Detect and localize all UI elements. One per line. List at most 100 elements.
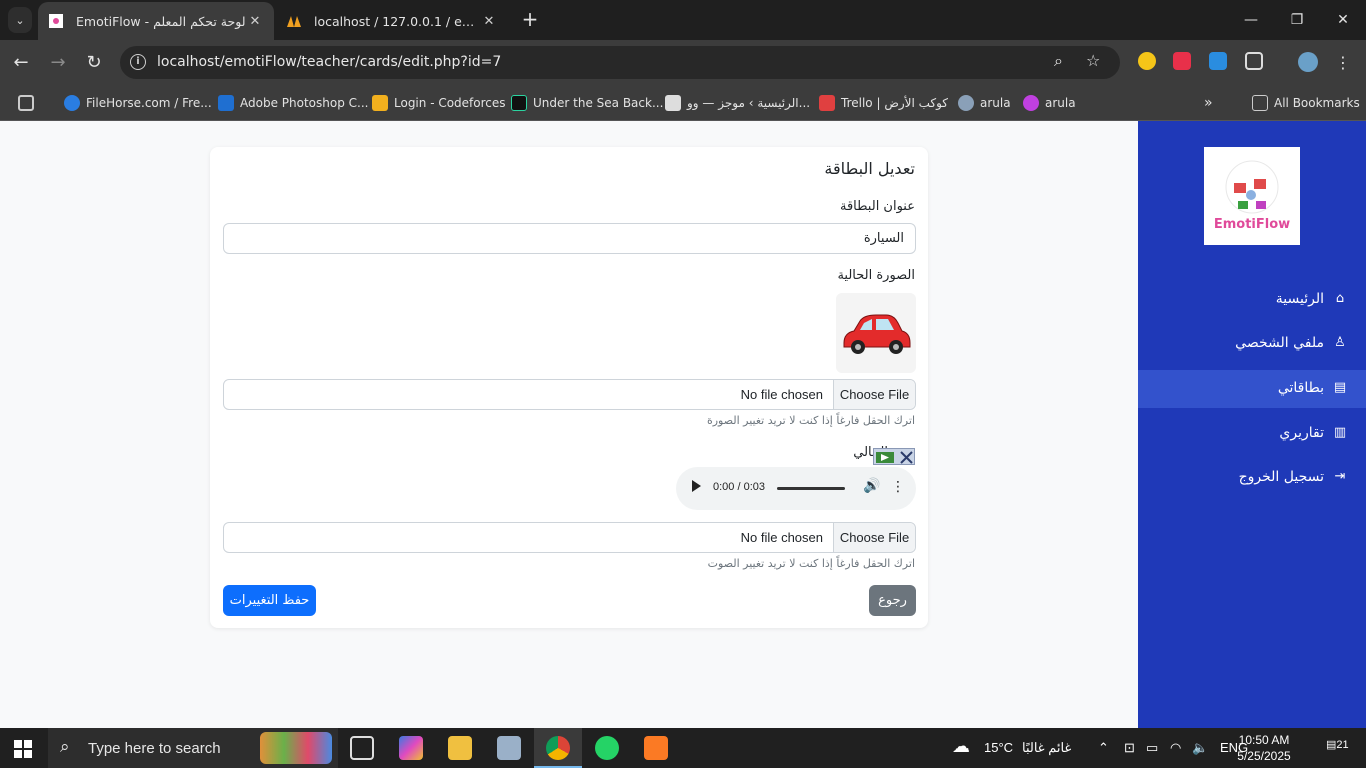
logo-graphic-icon bbox=[1225, 160, 1279, 214]
more-bookmarks-icon[interactable]: » bbox=[1204, 93, 1213, 113]
tab-search-button[interactable]: ⌄ bbox=[8, 7, 32, 33]
battery-icon[interactable]: ▭ bbox=[1146, 740, 1158, 756]
system-clock[interactable]: 10:50 AM 5/25/2025 bbox=[1222, 732, 1306, 764]
volume-tray-icon[interactable]: 🔈 bbox=[1192, 740, 1208, 756]
windows-start-icon[interactable] bbox=[14, 740, 32, 758]
extension-1-icon[interactable] bbox=[1138, 52, 1156, 70]
bookmark-item[interactable]: Trello | كوكب الأرض bbox=[819, 93, 948, 113]
bookmark-item[interactable]: FileHorse.com / Fre... bbox=[64, 93, 212, 113]
all-bookmarks-folder[interactable]: All Bookmarks bbox=[1252, 93, 1360, 113]
sidebar-item-logout[interactable]: ⇥ تسجيل الخروج bbox=[1138, 459, 1366, 497]
bookmark-item[interactable]: Under the Sea Back... bbox=[511, 93, 663, 113]
url-text[interactable]: localhost/emotiFlow/teacher/cards/edit.p… bbox=[157, 54, 501, 70]
sidebar-item-profile[interactable]: ♙ ملفي الشخصي bbox=[1138, 325, 1366, 363]
home-icon: ⌂ bbox=[1335, 291, 1345, 306]
wifi-icon[interactable]: ◠ bbox=[1170, 740, 1181, 756]
bookmark-item[interactable]: Login - Codeforces bbox=[372, 93, 506, 113]
form-title: تعديل البطاقة bbox=[824, 159, 915, 178]
image-file-status: No file chosen bbox=[740, 387, 823, 402]
extensions-puzzle-icon[interactable] bbox=[1245, 52, 1263, 70]
bookmark-item[interactable]: arula bbox=[1023, 93, 1076, 113]
menu-kebab-icon[interactable]: ⋮ bbox=[1330, 50, 1356, 76]
site-info-icon[interactable]: i bbox=[130, 54, 146, 70]
bookmark-item[interactable]: Adobe Photoshop C... bbox=[218, 93, 368, 113]
download-manager-icon bbox=[876, 451, 913, 464]
audio-time: 0:00 / 0:03 bbox=[713, 481, 765, 493]
profile-avatar[interactable] bbox=[1298, 52, 1318, 72]
emotiflow-favicon-icon bbox=[48, 13, 64, 29]
car-image-icon bbox=[843, 314, 911, 354]
sidebar-item-cards[interactable]: ▤ بطاقاتي bbox=[1138, 370, 1366, 408]
logo-text: EmotiFlow bbox=[1213, 217, 1291, 232]
current-image-label: الصورة الحالية bbox=[837, 268, 915, 283]
report-icon: ▥ bbox=[1333, 425, 1347, 440]
notifications-badge[interactable]: ▤21 bbox=[1326, 738, 1349, 751]
edit-card-form: تعديل البطاقة عنوان البطاقة السيارة الصو… bbox=[210, 147, 928, 628]
phpmyadmin-favicon-icon bbox=[286, 13, 302, 29]
sidebar-item-label: تقاريري bbox=[1279, 425, 1324, 441]
weather-cloud-icon[interactable]: ☁ bbox=[952, 736, 970, 757]
bookmark-item[interactable]: arula bbox=[958, 93, 1011, 113]
tab-bar: ⌄ EmotiFlow - لوحة تحكم المعلم ✕ localho… bbox=[0, 0, 1366, 40]
minimize-icon[interactable]: — bbox=[1236, 8, 1266, 32]
back-button[interactable]: رجوع bbox=[869, 585, 916, 616]
image-file-input[interactable]: Choose File No file chosen bbox=[223, 379, 916, 410]
extension-3-icon[interactable] bbox=[1209, 52, 1227, 70]
forward-icon[interactable]: → bbox=[45, 50, 71, 76]
image-help-text: اترك الحقل فارغاً إذا كنت لا تريد تغيير … bbox=[706, 414, 915, 427]
audio-help-text: اترك الحقل فارغاً إذا كنت لا تريد تغيير … bbox=[707, 557, 915, 570]
audio-file-input[interactable]: Choose File No file chosen bbox=[223, 522, 916, 553]
copilot-icon[interactable] bbox=[399, 736, 423, 760]
sidebar: EmotiFlow ⌂ الرئيسية ♙ ملفي الشخصي ▤ بطا… bbox=[1138, 121, 1366, 728]
task-view-icon[interactable] bbox=[350, 736, 374, 760]
chrome-icon[interactable] bbox=[546, 736, 570, 760]
zoom-icon[interactable]: ⌕ bbox=[1054, 51, 1063, 71]
sidebar-item-label: تسجيل الخروج bbox=[1238, 469, 1324, 485]
save-changes-button[interactable]: حفظ التغييرات bbox=[223, 585, 316, 616]
bookmark-item[interactable]: الرئيسية › موجز — وو... bbox=[665, 93, 810, 113]
weather-temp[interactable]: 15°C bbox=[984, 740, 1013, 755]
network-device-icon[interactable]: ⊡ bbox=[1124, 740, 1135, 756]
sidebar-item-reports[interactable]: ▥ تقاريري bbox=[1138, 415, 1366, 453]
weather-desc[interactable]: غائم غالبًا bbox=[1022, 740, 1071, 756]
volume-icon[interactable]: 🔊 bbox=[863, 478, 880, 494]
back-icon[interactable]: ← bbox=[8, 50, 34, 76]
taskbar-search-box[interactable]: ⌕ Type here to search bbox=[48, 728, 338, 768]
sidebar-item-label: بطاقاتي bbox=[1277, 380, 1324, 396]
card-title-input[interactable]: السيارة bbox=[223, 223, 916, 254]
browser-toolbar: ← → ↻ i localhost/emotiFlow/teacher/card… bbox=[0, 40, 1366, 85]
current-image bbox=[836, 293, 916, 373]
new-tab-button[interactable]: + bbox=[518, 8, 542, 32]
sidebar-item-home[interactable]: ⌂ الرئيسية bbox=[1138, 281, 1366, 319]
page-content: تعديل البطاقة عنوان البطاقة السيارة الصو… bbox=[0, 121, 1366, 728]
logout-icon: ⇥ bbox=[1334, 469, 1346, 484]
extension-2-icon[interactable] bbox=[1173, 52, 1191, 70]
reload-icon[interactable]: ↻ bbox=[81, 50, 107, 76]
tray-chevron-icon[interactable]: ⌃ bbox=[1098, 740, 1109, 756]
file-explorer-icon[interactable] bbox=[448, 736, 472, 760]
emotiflow-logo: EmotiFlow bbox=[1204, 147, 1300, 245]
whatsapp-icon[interactable] bbox=[595, 736, 619, 760]
notification-icon: ▤ bbox=[1326, 739, 1337, 751]
download-widget[interactable] bbox=[873, 448, 915, 465]
audio-more-icon[interactable]: ⋮ bbox=[891, 479, 905, 495]
tab-emotiflow[interactable]: EmotiFlow - لوحة تحكم المعلم ✕ bbox=[38, 2, 274, 40]
tab-phpmyadmin[interactable]: localhost / 127.0.0.1 / emotiflow ✕ bbox=[276, 2, 508, 40]
choose-audio-file-button[interactable]: Choose File bbox=[833, 523, 915, 552]
sidebar-item-label: ملفي الشخصي bbox=[1235, 335, 1324, 351]
bookmark-star-icon[interactable]: ☆ bbox=[1086, 51, 1100, 70]
photos-app-icon[interactable] bbox=[497, 736, 521, 760]
audio-file-status: No file chosen bbox=[740, 530, 823, 545]
choose-image-file-button[interactable]: Choose File bbox=[833, 380, 915, 409]
close-tab-icon[interactable]: ✕ bbox=[480, 14, 498, 29]
apps-grid-icon[interactable] bbox=[18, 93, 40, 113]
xampp-icon[interactable] bbox=[644, 736, 668, 760]
audio-progress-bar[interactable] bbox=[777, 487, 845, 490]
windows-taskbar: ⌕ Type here to search ☁ 15°C غائم غالبًا… bbox=[0, 728, 1366, 768]
play-icon[interactable] bbox=[692, 480, 701, 492]
restore-icon[interactable]: ❐ bbox=[1282, 8, 1312, 32]
audio-player[interactable]: 0:00 / 0:03 🔊 ⋮ bbox=[676, 467, 916, 510]
close-tab-icon[interactable]: ✕ bbox=[246, 14, 264, 29]
address-bar[interactable]: i localhost/emotiFlow/teacher/cards/edit… bbox=[120, 46, 1120, 79]
close-window-icon[interactable]: ✕ bbox=[1328, 8, 1358, 32]
